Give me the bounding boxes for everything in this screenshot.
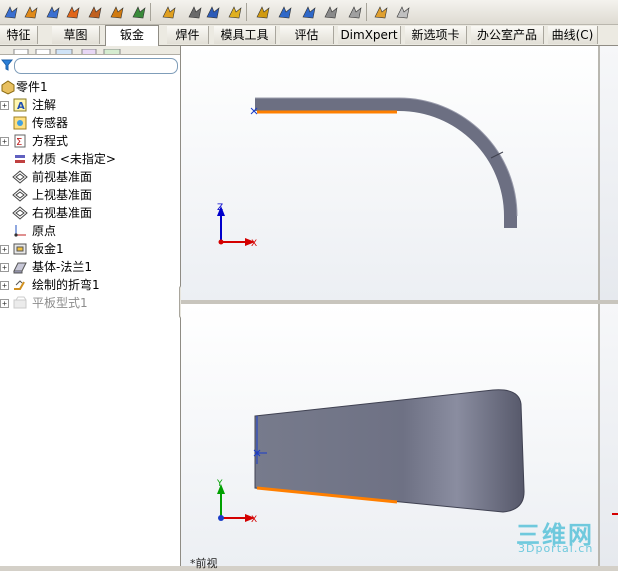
tree-item-8[interactable]: 原点 xyxy=(0,222,178,240)
convert-icon[interactable] xyxy=(394,3,412,21)
tree-item-2[interactable]: 传感器 xyxy=(0,114,178,132)
origin-icon xyxy=(12,223,28,239)
tab-new-tab[interactable]: 新选项卡 xyxy=(405,26,467,44)
tree-item-label: 右视基准面 xyxy=(32,206,93,220)
edge-flange-icon[interactable] xyxy=(44,3,62,21)
tree-item-12[interactable]: + 平板型式1 xyxy=(0,294,178,312)
bent-part-profile[interactable] xyxy=(255,97,518,228)
tab-features[interactable]: 特征 xyxy=(0,26,38,44)
axis-x-label: X xyxy=(251,515,257,525)
toolbar-separator xyxy=(366,3,367,21)
part-icon xyxy=(0,79,16,95)
tab-curves[interactable]: 曲线(C) xyxy=(548,26,598,44)
sheet-metal-icon xyxy=(12,241,28,257)
toolbar-separator xyxy=(150,3,151,21)
annotation-icon: A xyxy=(12,97,28,113)
tree-item-11[interactable]: + 绘制的折弯1 xyxy=(0,276,178,294)
tree-item-label: 原点 xyxy=(32,224,57,238)
tree-item-label: 平板型式1 xyxy=(32,296,88,310)
watermark-logo: 三维网 3Dportal.cn xyxy=(512,515,612,559)
plane-icon xyxy=(12,187,28,203)
tree-item-label: 上视基准面 xyxy=(32,188,93,202)
expand-icon[interactable]: + xyxy=(0,245,9,254)
expand-icon[interactable]: + xyxy=(0,299,9,308)
filter-row xyxy=(0,56,180,74)
plane-icon xyxy=(12,205,28,221)
tree-item-label: 基体-法兰1 xyxy=(32,260,92,274)
insert-bends-icon[interactable] xyxy=(22,3,40,21)
material-icon xyxy=(12,151,28,167)
tree-item-label: 前视基准面 xyxy=(32,170,93,184)
filter-input[interactable] xyxy=(14,58,178,74)
sensor-icon xyxy=(12,115,28,131)
tree-item-1[interactable]: + A 注解 xyxy=(0,96,178,114)
fold-icon[interactable] xyxy=(204,3,222,21)
tree-item-label: 绘制的折弯1 xyxy=(32,278,100,292)
plane-icon xyxy=(12,169,28,185)
tree-item-label: 方程式 xyxy=(32,134,69,148)
command-toolbar xyxy=(0,0,618,25)
flat-pattern-icon xyxy=(12,295,28,311)
command-manager-tabs: 特征 草图 钣金 焊件 模具工具 评估 DimXpert 新选项卡 办公室产品 … xyxy=(0,25,618,46)
flatten-icon[interactable] xyxy=(226,3,244,21)
miter-flange-icon[interactable] xyxy=(64,3,82,21)
tab-evaluate[interactable]: 评估 xyxy=(280,26,334,44)
toolbar-separator xyxy=(246,3,247,21)
tab-dimxpert[interactable]: DimXpert xyxy=(338,26,401,44)
expand-icon[interactable]: + xyxy=(0,137,9,146)
filter-icon[interactable] xyxy=(1,59,13,71)
insert-bends-icon[interactable] xyxy=(300,3,318,21)
tree-item-label: 钣金1 xyxy=(32,242,64,256)
axis-x-label: X xyxy=(251,239,257,249)
rip-icon[interactable] xyxy=(276,3,294,21)
flat-pattern-body[interactable] xyxy=(254,389,525,513)
tree-item-7[interactable]: 右视基准面 xyxy=(0,204,178,222)
simple-hole-icon[interactable] xyxy=(346,3,364,21)
tree-item-label: 传感器 xyxy=(32,116,69,130)
tree-item-label: 零件1 xyxy=(16,80,48,94)
watermark-sub: 3Dportal.cn xyxy=(518,542,594,555)
axis-z-label: Z xyxy=(217,203,223,213)
tab-office-products[interactable]: 办公室产品 xyxy=(471,26,544,44)
tab-sketch[interactable]: 草图 xyxy=(52,26,100,44)
unfold-icon[interactable] xyxy=(186,3,204,21)
tree-item-3[interactable]: + Σ 方程式 xyxy=(0,132,178,150)
tree-root-part[interactable]: 零件1 xyxy=(0,78,178,96)
tree-item-10[interactable]: + 基体-法兰1 xyxy=(0,258,178,276)
view-orientation-label: *前视 xyxy=(190,557,218,570)
vent-icon[interactable] xyxy=(372,3,390,21)
panel-tab-strip xyxy=(0,46,180,55)
no-bends-icon[interactable] xyxy=(254,3,272,21)
tree-item-6[interactable]: 上视基准面 xyxy=(0,186,178,204)
tab-weldments[interactable]: 焊件 xyxy=(167,26,209,44)
svg-text:Σ: Σ xyxy=(16,137,22,148)
tree-item-9[interactable]: + 钣金1 xyxy=(0,240,178,258)
hem-icon[interactable] xyxy=(86,3,104,21)
sketched-bend-icon xyxy=(12,277,28,293)
svg-text:A: A xyxy=(17,101,25,112)
tree-item-5[interactable]: 前视基准面 xyxy=(0,168,178,186)
tree-item-4[interactable]: 材质 <未指定> xyxy=(0,150,178,168)
jog-icon[interactable] xyxy=(108,3,126,21)
sketched-bend-icon[interactable] xyxy=(130,3,148,21)
sheet-metal-flange-icon[interactable] xyxy=(2,3,20,21)
tree-item-label: 材质 <未指定> xyxy=(32,152,116,166)
expand-icon[interactable]: + xyxy=(0,101,9,110)
axis-y-label: Y xyxy=(216,479,223,489)
tab-mold-tools[interactable]: 模具工具 xyxy=(214,26,276,44)
extruded-cut-icon[interactable] xyxy=(322,3,340,21)
side-viewport-top[interactable] xyxy=(598,46,618,300)
tab-sheet-metal[interactable]: 钣金 xyxy=(105,25,159,46)
triad-xy-icon xyxy=(217,484,255,522)
expand-icon[interactable]: + xyxy=(0,263,9,272)
expand-icon[interactable]: + xyxy=(0,281,9,290)
base-flange-icon xyxy=(12,259,28,275)
feature-manager-panel: 零件1 + A 注解传感器 + Σ 方程式材质 <未指定> 前视基准面上视基准面右视基准面原点… xyxy=(0,46,181,566)
cross-break-icon[interactable] xyxy=(160,3,178,21)
equation-icon: Σ xyxy=(12,133,28,149)
graphics-viewport-top[interactable]: Z X xyxy=(181,46,598,300)
tree-item-label: 注解 xyxy=(32,98,57,112)
